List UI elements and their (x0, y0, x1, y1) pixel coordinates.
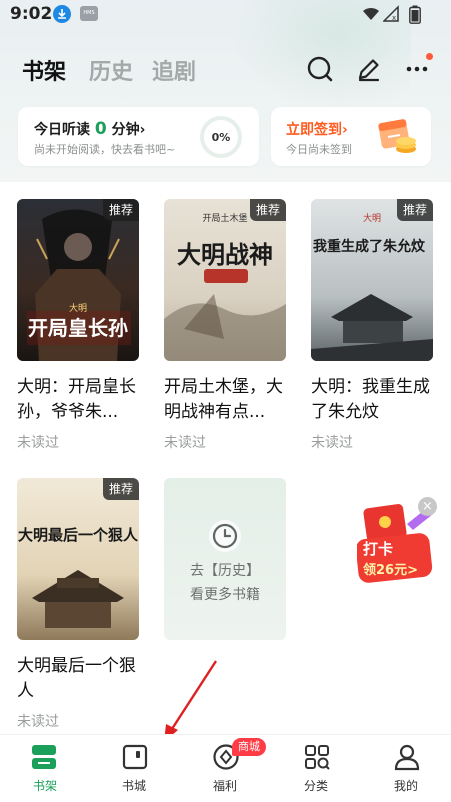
download-icon (53, 5, 71, 23)
notification-dot (426, 53, 433, 60)
history-card-line2: 看更多书籍 (190, 587, 260, 603)
mall-badge[interactable]: 商城 (232, 738, 266, 756)
listen-card-title: 今日听读 0 分钟› (34, 119, 146, 139)
svg-text:开局土木堡: 开局土木堡 (202, 212, 247, 224)
category-icon (305, 745, 330, 770)
book-cover-title-art: 大明 开局皇长孙 (28, 302, 128, 340)
svg-text:开局皇长孙: 开局皇长孙 (28, 316, 128, 340)
status-bar: 9:02 HMS x (0, 0, 451, 30)
svg-text:大明最后一个狠人: 大明最后一个狠人 (18, 526, 139, 544)
history-card-line1: 去【历史】 (190, 563, 260, 579)
tab-drama[interactable]: 追剧 (152, 54, 196, 86)
progress-ring: 0% (200, 116, 242, 158)
edit-icon[interactable] (356, 56, 382, 82)
book-cover[interactable]: 大明 开局皇长孙 推荐 (17, 199, 139, 361)
nav-bookshelf[interactable]: 书架 (0, 735, 90, 802)
nav-profile[interactable]: 我的 (361, 735, 451, 802)
book-title[interactable]: 大明：开局皇长孙，爷爷朱... (17, 375, 141, 425)
recommend-tag: 推荐 (396, 199, 433, 221)
nav-category[interactable]: 分类 (271, 735, 361, 802)
tab-bookshelf[interactable]: 书架 (22, 54, 66, 86)
sign-in-card[interactable]: 立即签到› 今日尚未签到 (271, 107, 431, 166)
chevron-right-icon: › (139, 122, 146, 138)
go-history-card[interactable]: 去【历史】 看更多书籍 (164, 478, 286, 640)
svg-text:大明: 大明 (363, 212, 381, 224)
bottom-nav: 书架 书城 福利 分类 我的 (0, 734, 451, 802)
sign-in-subtitle: 今日尚未签到 (286, 143, 352, 156)
clock-icon (209, 520, 241, 552)
book-title[interactable]: 大明：我重生成了朱允炆 (311, 375, 435, 425)
bookstore-icon (122, 744, 148, 770)
book-title[interactable]: 大明最后一个狠人 (17, 654, 141, 704)
bookshelf-icon (32, 745, 56, 769)
arrow-pointer-icon (164, 660, 218, 742)
svg-text:我重生成了朱允炆: 我重生成了朱允炆 (313, 238, 426, 255)
book-cover[interactable]: 开局土木堡 大明战神 推荐 (164, 199, 286, 361)
wifi-icon (363, 7, 379, 20)
close-icon[interactable]: × (418, 497, 437, 516)
book-cover[interactable]: 大明 我重生成了朱允炆 推荐 (311, 199, 433, 361)
svg-text:打卡: 打卡 (363, 540, 393, 558)
tab-history[interactable]: 历史 (89, 54, 133, 86)
svg-text:大明战神: 大明战神 (177, 240, 273, 269)
recommend-tag: 推荐 (249, 199, 286, 221)
nav-label: 我的 (393, 779, 418, 793)
calendar-coins-icon (378, 119, 416, 153)
search-icon[interactable] (307, 56, 333, 82)
book-read-status: 未读过 (17, 714, 59, 730)
book-cover-title-art: 大明 我重生成了朱允炆 (313, 212, 426, 255)
listen-card-subtitle: 尚未开始阅读，快去看书吧~ (34, 143, 176, 156)
book-read-status: 未读过 (311, 435, 353, 451)
book-read-status: 未读过 (164, 435, 206, 451)
book-cover-title-art: 大明最后一个狠人 (18, 526, 139, 544)
svg-text:领26元>: 领26元> (363, 562, 418, 578)
nav-bookstore[interactable]: 书城 (89, 735, 179, 802)
status-time: 9:02 (10, 4, 53, 24)
svg-text:大明: 大明 (69, 302, 87, 314)
recommend-tag: 推荐 (102, 478, 139, 500)
recommend-tag: 推荐 (102, 199, 139, 221)
book-read-status: 未读过 (17, 435, 59, 451)
book-title[interactable]: 开局土木堡，大明战神有点... (164, 375, 288, 425)
listen-minutes: 0 (94, 119, 107, 139)
sign-in-title: 立即签到› (286, 122, 348, 138)
sim-icon: x (383, 5, 399, 22)
book-cover-title-art: 开局土木堡 大明战神 (177, 212, 273, 269)
chevron-right-icon: › (342, 122, 348, 138)
nav-label: 分类 (303, 779, 328, 793)
svg-text:x: x (392, 14, 396, 22)
book-cover[interactable]: 大明最后一个狠人 推荐 (17, 478, 139, 640)
nav-label: 书架 (32, 779, 57, 793)
listen-time-card[interactable]: 今日听读 0 分钟› 尚未开始阅读，快去看书吧~ 0% (18, 107, 259, 166)
profile-icon (394, 744, 420, 771)
nav-label: 福利 (212, 779, 237, 793)
nav-label: 书城 (121, 779, 146, 793)
battery-icon (409, 5, 421, 24)
more-icon[interactable] (406, 60, 428, 76)
hms-icon: HMS (80, 6, 98, 21)
